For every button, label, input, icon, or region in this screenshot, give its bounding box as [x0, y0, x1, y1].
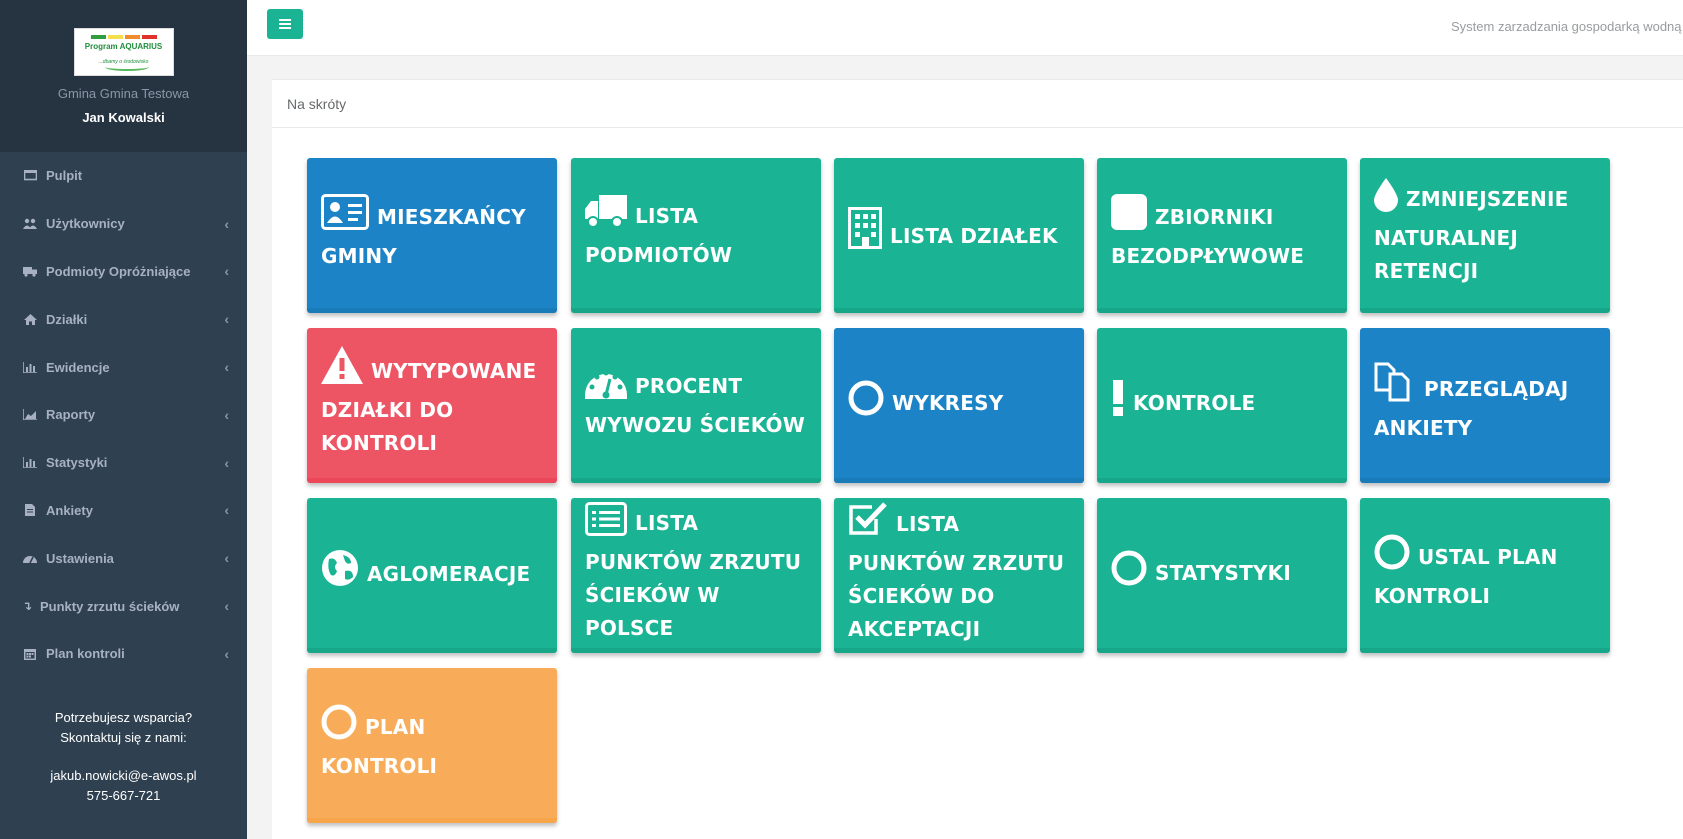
sidebar-item-label: Statystyki [46, 455, 108, 471]
tile-przegladaj-ankiety[interactable]: Przeglądaj ankiety [1360, 328, 1610, 483]
building-icon [848, 207, 882, 259]
sidebar-menu: Pulpit Użytkownicy ‹ Podmioty Opróżniają… [0, 152, 247, 678]
sidebar-item-punkty-zrzutu[interactable]: ↴ Punkty zrzutu ścieków ‹ [0, 582, 247, 630]
id-card-icon [321, 193, 369, 240]
files-icon [1374, 362, 1416, 412]
tile-wykresy[interactable]: Wykresy [834, 328, 1084, 483]
bar-chart-icon [22, 456, 38, 470]
sidebar-item-label: Podmioty Opróżniające [46, 263, 191, 279]
support-phone: 575-667-721 [86, 787, 161, 803]
chevron-left-icon: ‹ [224, 502, 229, 519]
top-navbar: System zarzadzania gospodarką wodną [247, 0, 1683, 56]
area-chart-icon [22, 408, 38, 422]
support-email[interactable]: jakub.nowicki@e-awos.pl [0, 766, 247, 786]
sidebar-item-podmioty[interactable]: Podmioty Opróżniające ‹ [0, 248, 247, 296]
tint-icon [1374, 178, 1398, 222]
chevron-left-icon: ‹ [224, 359, 229, 376]
sidebar-item-label: Pulpit [46, 168, 83, 184]
calendar-icon [22, 647, 38, 661]
circle-icon [848, 380, 884, 426]
chevron-left-icon: ‹ [224, 598, 229, 615]
file-icon [22, 503, 38, 517]
list-alt-icon [585, 501, 627, 546]
tile-label: Aglomeracje [367, 562, 531, 586]
square-icon [1111, 193, 1147, 240]
gauge-icon [22, 551, 38, 565]
sidebar-item-label: Punkty zrzutu ścieków [40, 598, 180, 614]
shortcuts-panel: Na skróty Mieszkańcy gminy Lista podmiot… [272, 79, 1683, 839]
desktop-icon [22, 169, 38, 183]
level-down-icon: ↴ [21, 599, 33, 614]
bar-chart-icon [22, 360, 38, 374]
warning-icon [321, 346, 363, 394]
users-icon [22, 217, 38, 231]
sidebar-item-raporty[interactable]: Raporty ‹ [0, 391, 247, 439]
chevron-left-icon: ‹ [224, 311, 229, 328]
tile-label: Zmniejszenie naturalnej retencji [1374, 187, 1569, 283]
sidebar-item-label: Ankiety [46, 502, 93, 518]
circle-icon [321, 704, 357, 750]
sidebar-item-ankiety[interactable]: Ankiety ‹ [0, 487, 247, 535]
home-icon [22, 312, 38, 326]
support-line2: Skontaktuj się z nami: [60, 729, 187, 745]
tile-mieszkancy-gminy[interactable]: Mieszkańcy gminy [307, 158, 557, 313]
sidebar-item-label: Działki [46, 311, 88, 327]
tile-kontrole[interactable]: Kontrole [1097, 328, 1347, 483]
sidebar-item-dzialki[interactable]: Działki ‹ [0, 295, 247, 343]
sidebar-item-label: Raporty [46, 407, 96, 423]
tile-procent-wywozu[interactable]: Procent wywozu ścieków [571, 328, 821, 483]
tile-label: Wykresy [892, 391, 1004, 415]
chevron-left-icon: ‹ [224, 550, 229, 567]
tile-lista-podmiotow[interactable]: Lista podmiotów [571, 158, 821, 313]
user-name[interactable]: Jan Kowalski [0, 110, 247, 125]
circle-icon [1374, 534, 1410, 580]
aquarius-logo[interactable]: Program AQUARIUS ...dbamy o środowisko [73, 28, 174, 76]
tile-statystyki[interactable]: Statystyki [1097, 498, 1347, 653]
gmina-name: Gmina Gmina Testowa [57, 86, 190, 101]
sidebar: Program AQUARIUS ...dbamy o środowisko G… [0, 0, 247, 839]
tile-wytypowane[interactable]: Wytypowane działki do kontroli [307, 328, 557, 483]
sidebar-item-ewidencje[interactable]: Ewidencje ‹ [0, 343, 247, 391]
sidebar-item-label: Ustawienia [46, 550, 114, 566]
sidebar-item-statystyki[interactable]: Statystyki ‹ [0, 439, 247, 487]
sidebar-item-label: Ewidencje [46, 359, 110, 375]
chevron-left-icon: ‹ [224, 454, 229, 471]
tile-zbiorniki[interactable]: Zbiorniki bezodpływowe [1097, 158, 1347, 313]
support-line1: Potrzebujesz wsparcia? [54, 710, 193, 725]
sidebar-item-label: Plan kontroli [46, 646, 125, 662]
check-square-icon [848, 501, 888, 547]
chevron-left-icon: ‹ [224, 645, 229, 662]
tile-label: Lista działek [890, 224, 1058, 248]
support-box: Potrzebujesz wsparcia? Skontaktuj się z … [0, 708, 247, 805]
tile-ustal-plan[interactable]: Ustal plan kontroli [1360, 498, 1610, 653]
truck-icon [585, 194, 627, 239]
sidebar-item-label: Użytkownicy [46, 216, 125, 232]
sidebar-toggle-button[interactable] [267, 9, 303, 39]
tile-lista-dzialek[interactable]: Lista działek [834, 158, 1084, 313]
logo-title: Program AQUARIUS [84, 42, 163, 51]
chevron-left-icon: ‹ [224, 263, 229, 280]
sidebar-item-plan-kontroli[interactable]: Plan kontroli ‹ [0, 630, 247, 678]
sidebar-item-pulpit[interactable]: Pulpit [0, 152, 247, 200]
bars-icon [279, 16, 291, 32]
sidebar-item-uzytkownicy[interactable]: Użytkownicy ‹ [0, 200, 247, 248]
tile-aglomeracje[interactable]: Aglomeracje [307, 498, 557, 653]
system-name: System zarzadzania gospodarką wodną [1451, 19, 1682, 34]
chevron-left-icon: ‹ [224, 406, 229, 423]
panel-title: Na skróty [272, 80, 1683, 128]
tile-punkty-polska[interactable]: Lista punktów zrzutu ścieków w Polsce [571, 498, 821, 653]
tile-plan-kontroli[interactable]: Plan kontroli [307, 668, 557, 823]
profile-block: Program AQUARIUS ...dbamy o środowisko G… [0, 0, 247, 152]
truck-icon [22, 264, 38, 278]
tile-label: Kontrole [1133, 391, 1256, 415]
tile-label: Statystyki [1155, 561, 1292, 585]
tile-punkty-akceptacja[interactable]: Lista punktów zrzutu ścieków do akceptac… [834, 498, 1084, 653]
tile-retencja[interactable]: Zmniejszenie naturalnej retencji [1360, 158, 1610, 313]
dashboard-icon [585, 365, 627, 409]
exclamation-icon [1111, 380, 1125, 426]
sidebar-item-ustawienia[interactable]: Ustawienia ‹ [0, 534, 247, 582]
globe-icon [321, 549, 359, 597]
chevron-left-icon: ‹ [224, 215, 229, 232]
circle-icon [1111, 550, 1147, 596]
